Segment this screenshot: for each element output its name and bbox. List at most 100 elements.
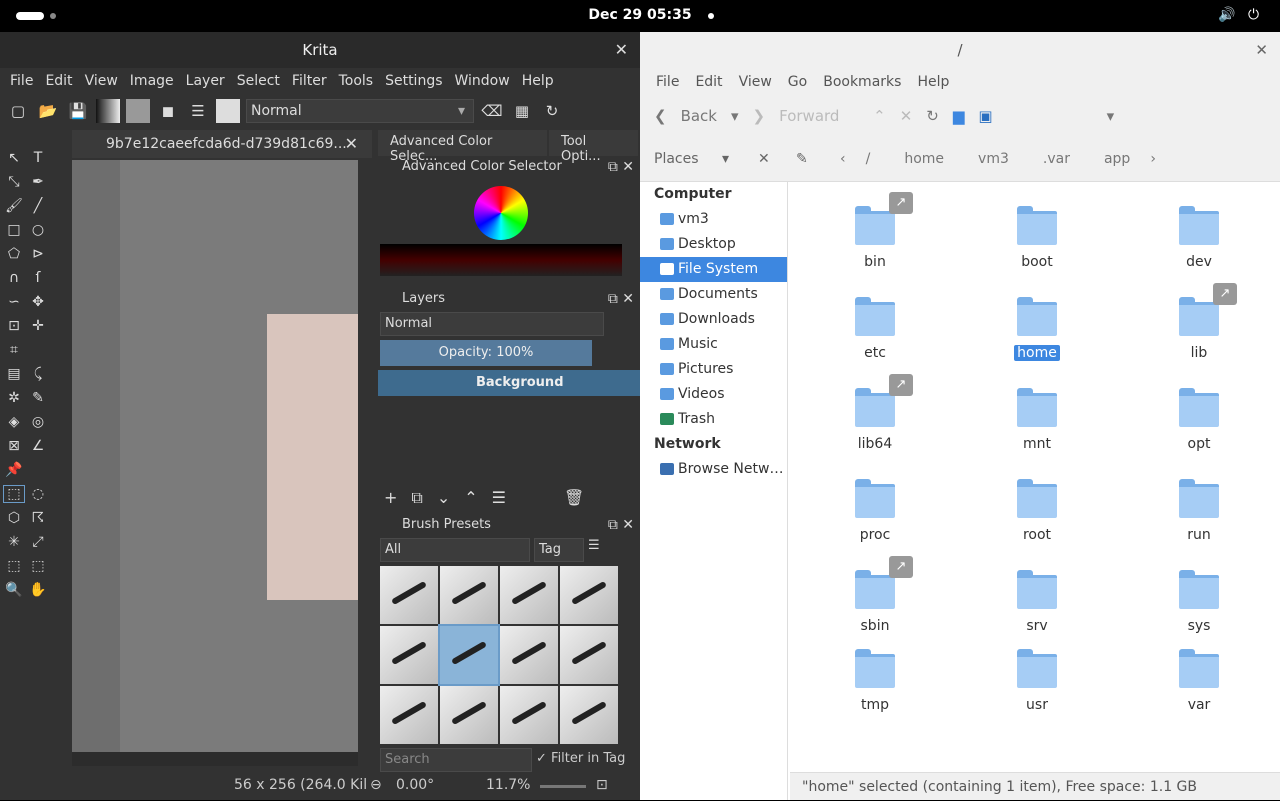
dynamic-brush-icon[interactable]: ∽ bbox=[4, 294, 24, 310]
duplicate-layer-icon[interactable]: ⧉ bbox=[411, 488, 422, 508]
brush-filter-select[interactable]: All bbox=[380, 538, 530, 562]
folder-boot[interactable]: boot bbox=[982, 204, 1092, 270]
fg-bg-color-icon[interactable]: ◼ bbox=[156, 99, 180, 123]
files-menu-edit[interactable]: Edit bbox=[687, 68, 730, 96]
zoom-slider[interactable] bbox=[540, 785, 586, 788]
contiguous-select-icon[interactable]: ✳ bbox=[4, 534, 24, 550]
canvas[interactable] bbox=[72, 160, 358, 752]
document-tab[interactable]: 9b7e12caeefcda6d-d739d81c69... ✕ bbox=[72, 130, 372, 158]
folder-sys[interactable]: sys bbox=[1144, 568, 1254, 634]
places-dropdown-icon[interactable]: ▾ bbox=[722, 151, 729, 167]
files-menu-help[interactable]: Help bbox=[909, 68, 957, 96]
breadcrumb-root[interactable]: / bbox=[852, 151, 885, 167]
reload-icon[interactable]: ↻ bbox=[540, 99, 564, 123]
place-downloads[interactable]: Downloads bbox=[640, 307, 787, 332]
folder-opt[interactable]: opt bbox=[1144, 386, 1254, 452]
layer-blend-select[interactable]: Normal bbox=[380, 312, 604, 336]
move-layer-up-icon[interactable]: ⌃ bbox=[464, 488, 477, 508]
menu-dropdown-icon[interactable]: ▾ bbox=[1107, 107, 1115, 125]
place-file-system[interactable]: File System bbox=[640, 257, 787, 282]
horizontal-scrollbar[interactable] bbox=[72, 752, 358, 766]
zoom-status[interactable]: 11.7% bbox=[486, 777, 530, 793]
color-wheel[interactable] bbox=[474, 186, 528, 240]
breadcrumb-app[interactable]: app bbox=[1090, 151, 1144, 167]
brush-preset[interactable] bbox=[440, 566, 498, 624]
breadcrumb-home[interactable]: home bbox=[890, 151, 958, 167]
breadcrumb-vm3[interactable]: vm3 bbox=[964, 151, 1023, 167]
brush-preset-selected[interactable] bbox=[438, 624, 500, 686]
tab-tool-options[interactable]: Tool Opti... bbox=[548, 130, 638, 164]
layers-close-icon[interactable]: ⧉ ✕ bbox=[608, 288, 634, 310]
rectangle-tool-icon[interactable]: □ bbox=[4, 222, 24, 238]
place-pictures[interactable]: Pictures bbox=[640, 357, 787, 382]
text-tool-icon[interactable]: T bbox=[28, 150, 48, 166]
brush-preset[interactable] bbox=[500, 566, 558, 624]
menu-help[interactable]: Help bbox=[516, 68, 560, 94]
open-icon[interactable]: 📂 bbox=[36, 99, 60, 123]
back-arrow-icon[interactable]: ❮ bbox=[654, 107, 667, 125]
rotation-icon[interactable]: ⊖ bbox=[370, 777, 382, 793]
place-desktop[interactable]: Desktop bbox=[640, 232, 787, 257]
pan-tool-icon[interactable]: ✋ bbox=[28, 582, 48, 598]
assistant-tool-icon[interactable]: ⊠ bbox=[4, 438, 24, 454]
files-close-icon[interactable]: ✕ bbox=[1255, 32, 1268, 68]
brush-presets-close-icon[interactable]: ⧉ ✕ bbox=[608, 514, 634, 536]
color-selector-area[interactable] bbox=[378, 178, 640, 278]
ellipse-select-icon[interactable]: ◌ bbox=[28, 486, 48, 502]
fit-view-icon[interactable]: ⊡ bbox=[596, 777, 608, 793]
place-trash[interactable]: Trash bbox=[640, 407, 787, 432]
move-tool-icon[interactable]: ✛ bbox=[28, 318, 48, 334]
magnetic-select-icon[interactable]: ⬚ bbox=[28, 558, 48, 574]
eraser-icon[interactable]: ⌫ bbox=[480, 99, 504, 123]
measure-tool-icon[interactable]: ∠ bbox=[28, 438, 48, 454]
brush-settings-icon[interactable]: ☰ bbox=[186, 99, 210, 123]
place-documents[interactable]: Documents bbox=[640, 282, 787, 307]
color-picker-icon[interactable]: ⤹ bbox=[28, 366, 48, 382]
menu-filter[interactable]: Filter bbox=[286, 68, 333, 94]
polyline-tool-icon[interactable]: ⊳ bbox=[28, 246, 48, 262]
brush-preset[interactable] bbox=[380, 566, 438, 624]
brush-preset[interactable] bbox=[380, 626, 438, 684]
tab-advanced-color-selector[interactable]: Advanced Color Selec... bbox=[378, 130, 547, 164]
place-music[interactable]: Music bbox=[640, 332, 787, 357]
files-menu-view[interactable]: View bbox=[731, 68, 780, 96]
forward-arrow-icon[interactable]: ❯ bbox=[753, 107, 766, 125]
close-icon[interactable]: ✕ bbox=[615, 32, 628, 68]
forward-button[interactable]: Forward bbox=[779, 107, 859, 125]
tag-button[interactable]: Tag bbox=[534, 538, 584, 562]
menu-view[interactable]: View bbox=[79, 68, 124, 94]
brush-preset[interactable] bbox=[500, 626, 558, 684]
folder-lib64[interactable]: ↗ lib64 bbox=[820, 374, 930, 452]
back-dropdown-icon[interactable]: ▾ bbox=[731, 107, 739, 125]
place-videos[interactable]: Videos bbox=[640, 382, 787, 407]
view-mode-icon[interactable]: ☰ bbox=[588, 538, 600, 562]
folder-var[interactable]: var bbox=[1144, 647, 1254, 713]
brush-preset[interactable] bbox=[440, 686, 498, 744]
zoom-tool-icon[interactable]: 🔍 bbox=[4, 582, 24, 598]
folder-proc[interactable]: proc bbox=[820, 477, 930, 543]
brush-preset[interactable] bbox=[560, 626, 618, 684]
folder-usr[interactable]: usr bbox=[982, 647, 1092, 713]
brush-tool-icon[interactable]: 🖌 bbox=[4, 198, 24, 214]
back-button[interactable]: Back bbox=[681, 107, 717, 125]
folder-bin[interactable]: ↗ bin bbox=[820, 192, 930, 270]
brush-search-input[interactable]: Search bbox=[380, 748, 532, 772]
move-layer-down-icon[interactable]: ⌄ bbox=[437, 488, 450, 508]
home-folder-icon[interactable]: ▆ bbox=[953, 107, 965, 125]
clock[interactable]: Dec 29 05:35 bbox=[0, 7, 1280, 23]
reference-tool-icon[interactable]: 📌 bbox=[4, 462, 24, 478]
folder-sbin[interactable]: ↗ sbin bbox=[820, 556, 930, 634]
breadcrumb-left-icon[interactable]: ‹ bbox=[840, 151, 846, 167]
brush-preset[interactable] bbox=[380, 686, 438, 744]
multibrush-icon[interactable]: ✥ bbox=[28, 294, 48, 310]
brush-preset-icon[interactable] bbox=[216, 99, 240, 123]
brush-preset[interactable] bbox=[560, 566, 618, 624]
files-menu-file[interactable]: File bbox=[648, 68, 687, 96]
brush-preset[interactable] bbox=[560, 686, 618, 744]
stop-icon[interactable]: ✕ bbox=[900, 107, 913, 125]
dock-close-icon[interactable]: ⧉ ✕ bbox=[608, 156, 634, 178]
folder-tmp[interactable]: tmp bbox=[820, 647, 930, 713]
colorize-mask-icon[interactable]: ✎ bbox=[28, 390, 48, 406]
freehand-path-icon[interactable]: ſ bbox=[28, 270, 48, 286]
folder-run[interactable]: run bbox=[1144, 477, 1254, 543]
